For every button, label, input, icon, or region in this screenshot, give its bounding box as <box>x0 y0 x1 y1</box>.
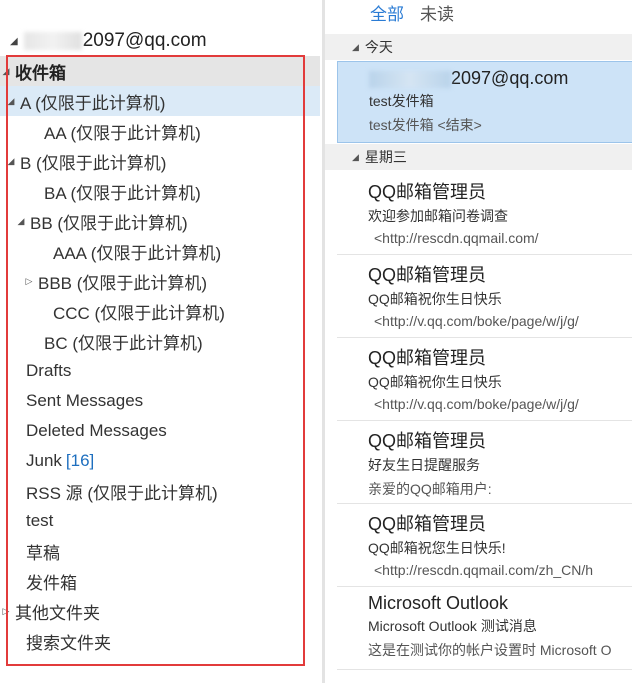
group-header-wednesday[interactable]: ◢ 星期三 <box>325 144 632 170</box>
message-subject: QQ邮箱祝你生日快乐 <box>368 374 502 390</box>
message-item[interactable]: Microsoft Outlook Microsoft Outlook 测试消息这… <box>337 587 632 670</box>
message-item[interactable]: QQ邮箱管理员 QQ邮箱祝你生日快乐 <http://v.qq.com/boke/p… <box>337 338 632 421</box>
account-email: 2097@qq.com <box>82 30 207 51</box>
redacted-email-part <box>23 32 82 50</box>
message-preview: <http://rescdn.qqmail.com/ <box>374 230 539 246</box>
collapse-arrow-icon[interactable]: ◢ <box>10 36 18 47</box>
message-sender: QQ邮箱管理员 <box>368 514 487 534</box>
message-sender: QQ邮箱管理员 <box>368 182 487 202</box>
group-header-today[interactable]: ◢ 今天 <box>325 34 632 60</box>
message-subject: Microsoft Outlook 测试消息 <box>368 618 537 634</box>
folder-pane: ◢ 2097@qq.com ◢ 收件箱 ◢ A (仅限于此计算机) AA (仅限于此计算… <box>0 0 322 683</box>
group-label: 今天 <box>364 39 393 55</box>
message-preview: <http://rescdn.qqmail.com/zh_CN/h <box>374 562 594 578</box>
message-sender: QQ邮箱管理员 <box>368 348 487 368</box>
highlight-box <box>6 55 305 666</box>
tab-all[interactable]: 全部 <box>370 0 404 24</box>
message-preview: 这是在测试你的帐户设置时 Microsoft O <box>368 642 612 658</box>
message-sender: Microsoft Outlook <box>368 593 509 613</box>
message-subject: QQ邮箱祝您生日快乐! <box>368 540 506 556</box>
filter-tabs: 全部 未读 <box>370 0 470 24</box>
redacted-email-part <box>369 70 451 88</box>
message-preview: test发件箱 <结束> <box>369 117 482 133</box>
message-item[interactable]: QQ邮箱管理员好友生日提醒服务 亲爱的QQ邮箱用户: <box>337 421 632 504</box>
message-preview: 亲爱的QQ邮箱用户: <box>368 481 492 497</box>
message-preview: <http://v.qq.com/boke/page/w/j/g/ <box>374 396 579 412</box>
group-label: 星期三 <box>364 149 407 165</box>
message-preview: <http://v.qq.com/boke/page/w/j/g/ <box>374 313 579 329</box>
message-subject: 欢迎参加邮箱问卷调查 <box>368 208 508 224</box>
tab-unread[interactable]: 未读 <box>420 0 454 24</box>
message-list-pane: 全部 未读 ◢ 今天 2097@qq.com test发件箱 test发件箱 <结束… <box>325 0 632 683</box>
account-header[interactable]: ◢ 2097@qq.com <box>10 28 207 54</box>
collapse-arrow-icon: ◢ <box>352 151 359 162</box>
message-item[interactable]: QQ邮箱管理员 QQ邮箱祝你生日快乐 <http://v.qq.com/boke/p… <box>337 255 632 338</box>
message-item[interactable]: QQ邮箱管理员欢迎参加邮箱问卷调查 <http://rescdn.qqmail.c… <box>337 172 632 255</box>
message-sender: 2097@qq.com <box>369 68 632 89</box>
collapse-arrow-icon: ◢ <box>352 41 359 52</box>
message-subject: test发件箱 <box>369 93 434 109</box>
message-subject: 好友生日提醒服务 <box>368 457 480 473</box>
message-subject: QQ邮箱祝你生日快乐 <box>368 291 502 307</box>
message-item[interactable]: QQ邮箱管理员 QQ邮箱祝您生日快乐! <http://rescdn.qqmail.… <box>337 504 632 587</box>
message-sender: QQ邮箱管理员 <box>368 265 487 285</box>
message-sender: QQ邮箱管理员 <box>368 431 487 451</box>
message-item[interactable]: 2097@qq.com test发件箱 test发件箱 <结束> <box>337 61 632 143</box>
